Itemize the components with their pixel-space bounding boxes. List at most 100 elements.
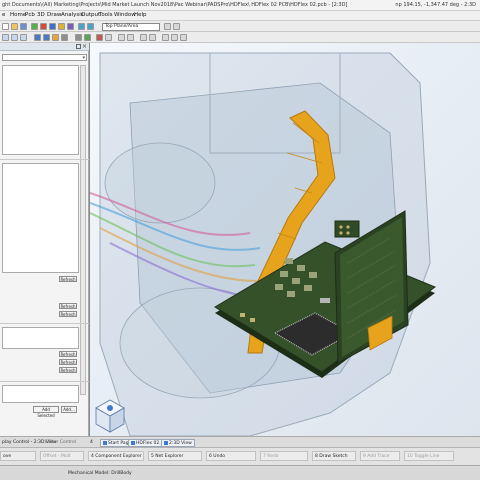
window-title: ght Documents\(All) Marketing\Projects\M…	[2, 2, 348, 8]
zoom-in-icon[interactable]	[78, 23, 85, 30]
selection-list[interactable]	[2, 385, 79, 403]
close-icon[interactable]: ×	[82, 43, 87, 50]
snap-icon[interactable]	[173, 23, 180, 30]
fkey-undo[interactable]: 6 Undo	[206, 451, 256, 461]
fkey-net-explorer[interactable]: 5 Net Explorer	[148, 451, 202, 461]
pad	[309, 272, 317, 278]
title-bar: ght Documents\(All) Marketing\Projects\M…	[0, 0, 480, 11]
snapshot-icon[interactable]	[180, 34, 187, 41]
menu-home[interactable]: Home	[10, 12, 26, 18]
component	[250, 318, 255, 322]
rotate-icon[interactable]	[34, 34, 41, 41]
fkey-redo[interactable]: 7 Redo	[260, 451, 308, 461]
menu-help[interactable]: Help	[134, 12, 147, 18]
refresh-button-6[interactable]: Refresh	[59, 367, 77, 373]
panel-scrollbar[interactable]	[80, 65, 86, 395]
menu-window[interactable]: Window	[114, 12, 136, 18]
function-key-bar: ove Offset - Mult 4 Component Explorer 5…	[0, 447, 480, 465]
view-bottom-icon[interactable]	[11, 34, 18, 41]
delete-icon[interactable]	[40, 23, 47, 30]
menu-tools[interactable]: Tools	[99, 12, 113, 18]
refresh-button-3[interactable]: Refresh	[59, 311, 77, 317]
page-icon	[103, 440, 107, 445]
show-components-icon[interactable]	[84, 34, 91, 41]
menu-bar: e Home Pcb 3D Draw Analysis Output Tools…	[0, 11, 480, 21]
object-tree[interactable]	[2, 65, 79, 155]
tab-pcb-label: HDFlex 02...	[136, 441, 164, 446]
route-icon[interactable]	[49, 23, 56, 30]
toolbar-view	[0, 32, 480, 43]
pad	[275, 284, 283, 290]
menu-3d[interactable]: 3D	[37, 12, 45, 18]
new-icon[interactable]	[2, 23, 9, 30]
add-button[interactable]: Add...	[61, 406, 77, 413]
measure-icon[interactable]	[52, 34, 59, 41]
bottom-tabs: play Control - 2:3D View Editor Control …	[0, 436, 480, 447]
import-icon[interactable]	[118, 34, 125, 41]
tab-editor-control[interactable]: Editor Control	[43, 439, 78, 447]
select-icon[interactable]	[31, 23, 38, 30]
panel-header: ×	[0, 43, 89, 51]
fkey-toggle-line[interactable]: 10 Toggle Line	[404, 451, 454, 461]
component	[240, 313, 245, 317]
pad	[292, 278, 300, 284]
status-bar: Mechanical Model: DrillBody	[0, 465, 480, 480]
via	[339, 225, 343, 229]
3d-viewport[interactable]	[89, 43, 480, 436]
light-icon[interactable]	[140, 34, 147, 41]
3d-scene	[90, 52, 437, 436]
toolbar-main: Top Plane/Area	[0, 21, 480, 32]
divider	[0, 323, 89, 324]
menu-file[interactable]: e	[2, 12, 5, 18]
layer-list[interactable]	[2, 163, 79, 273]
zoom-out-icon[interactable]	[87, 23, 94, 30]
fkey-component-explorer[interactable]: 4 Component Explorer	[88, 451, 144, 461]
camera-icon[interactable]	[149, 34, 156, 41]
pad	[280, 271, 288, 277]
transparency-icon[interactable]	[75, 34, 82, 41]
reset-icon[interactable]	[171, 34, 178, 41]
fkey-add-trace[interactable]: 9 Add Trace	[360, 451, 400, 461]
fkey-offset[interactable]: Offset - Mult	[40, 451, 84, 461]
connector	[320, 298, 330, 303]
enclosure-boss	[104, 142, 216, 224]
fkey-draw-sketch[interactable]: 8 Draw Sketch	[312, 451, 356, 461]
fit-icon[interactable]	[162, 34, 169, 41]
export-icon[interactable]	[105, 34, 112, 41]
place-icon[interactable]	[58, 23, 65, 30]
pcb-icon	[131, 440, 135, 445]
drc-icon[interactable]	[67, 23, 74, 30]
pin-icon[interactable]	[76, 44, 81, 49]
pad	[304, 285, 312, 291]
cube-icon	[164, 440, 168, 445]
menu-output[interactable]: Output	[81, 12, 100, 18]
flex-connector-board	[334, 220, 360, 238]
save-icon[interactable]	[20, 23, 27, 30]
object-list[interactable]	[2, 327, 79, 349]
pad	[285, 258, 293, 264]
collision-icon[interactable]	[96, 34, 103, 41]
fkey-move[interactable]: ove	[0, 451, 36, 461]
view-mode-select[interactable]: ▾	[2, 54, 87, 61]
refresh-button-1[interactable]: Refresh	[59, 276, 77, 282]
add-selected-button[interactable]: Add Selected	[33, 406, 59, 418]
view-top-icon[interactable]	[2, 34, 9, 41]
via	[346, 231, 350, 235]
settings-icon[interactable]	[127, 34, 134, 41]
refresh-button-5[interactable]: Refresh	[59, 359, 77, 365]
menu-draw[interactable]: Draw	[47, 12, 61, 18]
pad	[297, 265, 305, 271]
grid-icon[interactable]	[164, 23, 171, 30]
tab-3d-view[interactable]: 2:3D View	[161, 439, 195, 447]
pan-icon[interactable]	[43, 34, 50, 41]
refresh-button-4[interactable]: Refresh	[59, 351, 77, 357]
section-icon[interactable]	[61, 34, 68, 41]
refresh-button-2[interactable]: Refresh	[59, 303, 77, 309]
divider	[0, 381, 89, 382]
menu-pcb[interactable]: Pcb	[25, 12, 35, 18]
display-control-panel: × ▾ Refresh Refresh Refresh Refresh Refr…	[0, 43, 89, 436]
layer-select[interactable]: Top Plane/Area	[102, 23, 160, 31]
via	[346, 225, 350, 229]
view-front-icon[interactable]	[20, 34, 27, 41]
open-icon[interactable]	[11, 23, 18, 30]
